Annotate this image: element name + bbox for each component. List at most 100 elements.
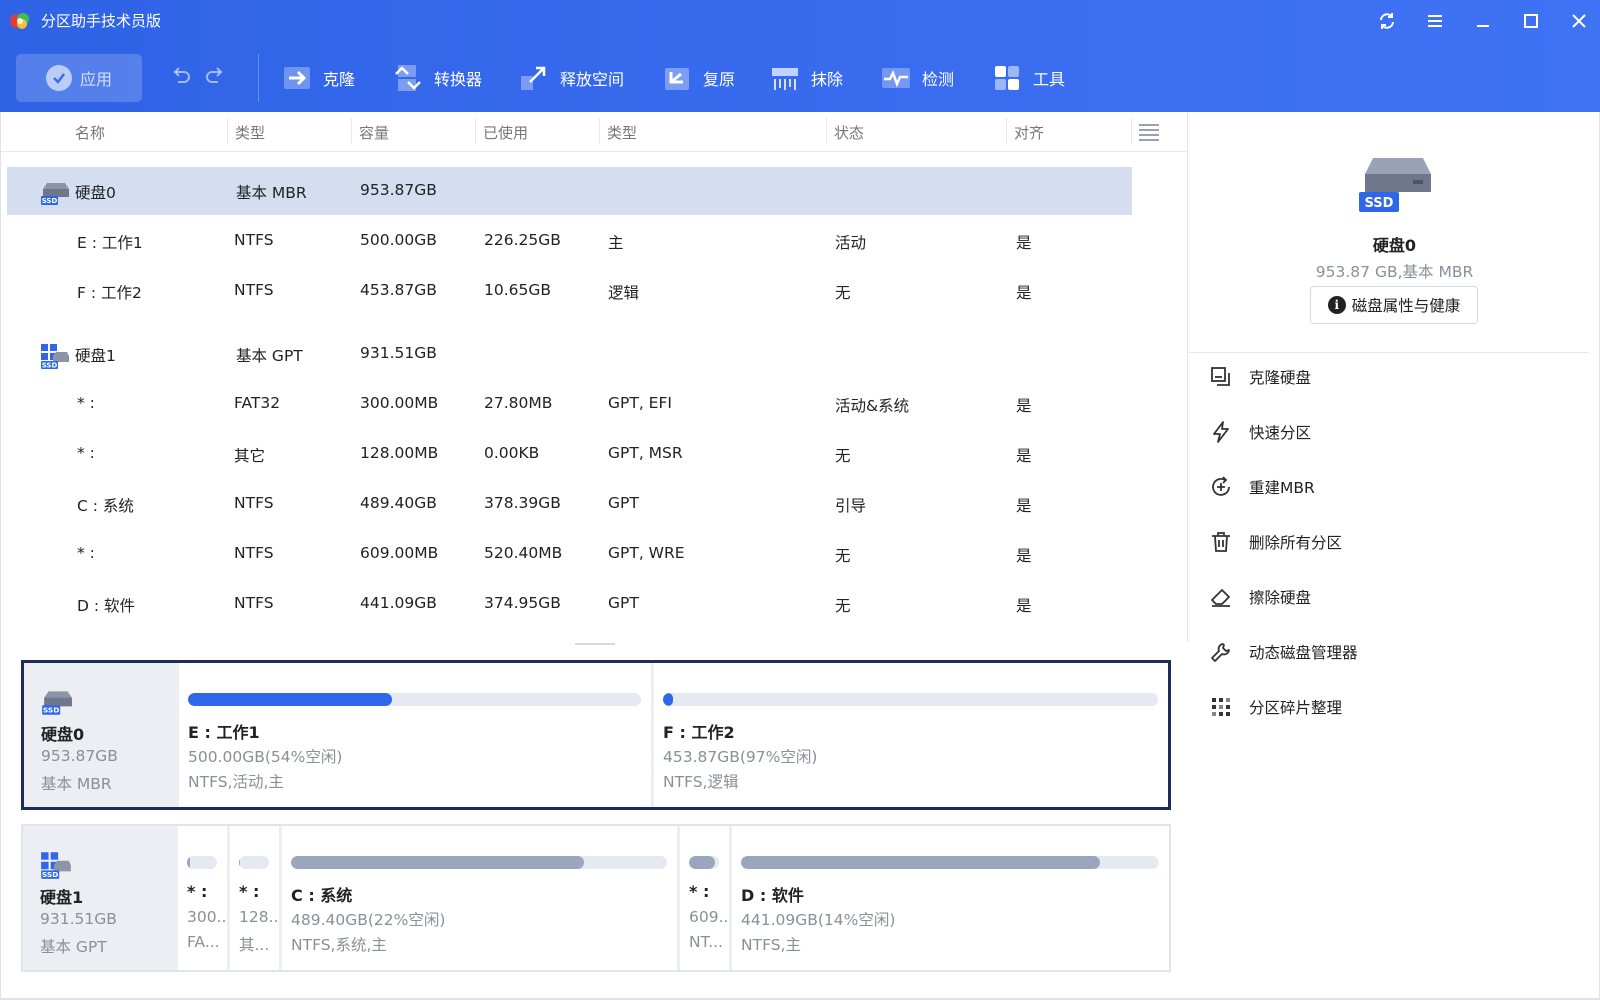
pane-splitter-handle[interactable] (575, 643, 615, 645)
convert-icon (395, 65, 421, 91)
wrench-icon (1211, 643, 1230, 662)
table-row[interactable]: D : 软件 NTFS 441.09GB 374.95GB GPT 无 是 (7, 580, 1132, 628)
restore-icon (665, 68, 689, 90)
restore-tool-button[interactable]: 复原 (661, 60, 735, 96)
usage-bar-fill (291, 856, 585, 869)
row-align: 是 (1016, 284, 1032, 302)
row-ptype: GPT, MSR (608, 444, 683, 462)
op-clone-disk[interactable]: 克隆硬盘 (1209, 362, 1311, 392)
row-name: E : 工作1 (77, 234, 143, 252)
row-type: NTFS (234, 544, 274, 562)
op-quick-partition[interactable]: 快速分区 (1209, 417, 1311, 447)
row-status: 无 (835, 284, 851, 302)
apply-button[interactable]: 应用 (16, 54, 142, 102)
col-header-status[interactable]: 状态 (834, 122, 864, 143)
op-defrag[interactable]: 分区碎片整理 (1209, 692, 1342, 722)
col-header-type[interactable]: 类型 (235, 122, 265, 143)
row-align: 是 (1016, 597, 1032, 615)
col-divider (1006, 118, 1007, 144)
op-rebuild-mbr[interactable]: 重建MBR (1209, 472, 1315, 502)
row-align: 是 (1016, 547, 1032, 565)
convert-tool-label: 转换器 (434, 70, 483, 89)
maximize-button[interactable] (1516, 7, 1546, 35)
partition-block[interactable]: F : 工作2 453.87GB(97%空闲) NTFS,逻辑 (651, 663, 1168, 807)
wipe-tool-button[interactable]: 抹除 (769, 60, 843, 96)
col-header-capacity[interactable]: 容量 (359, 122, 389, 143)
table-row[interactable]: * : FAT32 300.00MB 27.80MB GPT, EFI 活动&系… (7, 380, 1132, 428)
table-row[interactable]: F : 工作2 NTFS 453.87GB 10.65GB 逻辑 无 是 (7, 267, 1132, 315)
row-type: NTFS (234, 494, 274, 512)
disk-health-button[interactable]: i 磁盘属性与健康 (1310, 286, 1478, 324)
col-header-used[interactable]: 已使用 (483, 122, 528, 143)
free-space-tool-button[interactable]: 释放空间 (518, 60, 624, 96)
table-row-disk1[interactable]: SSD 硬盘1 基本 GPT 931.51GB (7, 330, 1132, 378)
table-row-disk0[interactable]: SSD 硬盘0 基本 MBR 953.87GB (7, 167, 1132, 215)
row-used: 0.00KB (484, 444, 540, 462)
partition-name: * : (187, 882, 208, 901)
usage-bar-fill (663, 693, 673, 706)
usage-bar-fill (689, 856, 715, 869)
svg-text:SSD: SSD (42, 197, 58, 205)
close-button[interactable] (1564, 7, 1594, 35)
disk-map-type: 基本 GPT (40, 938, 107, 956)
tools-tool-button[interactable]: 工具 (991, 60, 1065, 96)
convert-tool-button[interactable]: 转换器 (392, 60, 482, 96)
partition-size: 489.40GB(22%空闲) (291, 911, 446, 929)
maximize-icon (1524, 14, 1538, 28)
partition-size: 441.09GB(14%空闲) (741, 911, 896, 929)
clone-tool-button[interactable]: 克隆 (281, 60, 355, 96)
op-delete-all-partitions[interactable]: 删除所有分区 (1209, 527, 1342, 557)
usage-bar-fill (188, 693, 392, 706)
table-row[interactable]: E : 工作1 NTFS 500.00GB 226.25GB 主 活动 是 (7, 217, 1132, 265)
op-label: 删除所有分区 (1249, 534, 1343, 552)
row-capacity: 609.00MB (360, 544, 439, 562)
check-tool-button[interactable]: 检测 (880, 60, 954, 96)
clone-tool-label: 克隆 (323, 70, 356, 89)
row-used: 520.40MB (484, 544, 563, 562)
col-header-name[interactable]: 名称 (75, 122, 105, 143)
col-header-ptype[interactable]: 类型 (607, 122, 637, 143)
close-icon (1572, 14, 1586, 28)
disk-map-disk0[interactable]: SSD 硬盘0 953.87GB 基本 MBR E : 工作1 500.00GB… (21, 660, 1171, 810)
row-status: 无 (835, 597, 851, 615)
app-title: 分区助手技术员版 (41, 12, 162, 30)
op-dynamic-disk-manager[interactable]: 动态磁盘管理器 (1209, 637, 1358, 667)
column-settings-icon[interactable] (1138, 122, 1160, 142)
disk-health-label: 磁盘属性与健康 (1351, 297, 1461, 315)
partition-fs: 其... (239, 936, 270, 954)
svg-text:SSD: SSD (1365, 196, 1394, 211)
menu-button[interactable] (1420, 7, 1450, 35)
free-space-tool-label: 释放空间 (560, 70, 625, 89)
usage-bar-fill (239, 856, 240, 869)
partition-block[interactable]: * : 609... NT... (677, 826, 729, 970)
partition-block[interactable]: D : 软件 441.09GB(14%空闲) NTFS,主 (729, 826, 1169, 970)
table-row[interactable]: * : 其它 128.00MB 0.00KB GPT, MSR 无 是 (7, 430, 1132, 478)
partition-block[interactable]: C : 系统 489.40GB(22%空闲) NTFS,系统,主 (279, 826, 677, 970)
row-name: C : 系统 (77, 497, 134, 515)
op-wipe-disk[interactable]: 擦除硬盘 (1209, 582, 1311, 612)
col-header-align[interactable]: 对齐 (1014, 122, 1044, 143)
rebuild-mbr-icon (1212, 476, 1230, 496)
restore-tool-label: 复原 (703, 70, 736, 89)
row-status: 活动 (835, 234, 867, 252)
wipe-icon (772, 68, 798, 90)
row-ptype: 逻辑 (608, 284, 640, 302)
partition-block[interactable]: * : 128... 其... (227, 826, 279, 970)
partition-name: E : 工作1 (188, 723, 260, 742)
row-type: NTFS (234, 281, 274, 299)
clone-icon (284, 67, 310, 89)
partition-block[interactable]: E : 工作1 500.00GB(54%空闲) NTFS,活动,主 (176, 663, 651, 807)
undo-icon[interactable] (170, 64, 192, 86)
table-row[interactable]: C : 系统 NTFS 489.40GB 378.39GB GPT 引导 是 (7, 480, 1132, 528)
table-row[interactable]: * : NTFS 609.00MB 520.40MB GPT, WRE 无 是 (7, 530, 1132, 578)
disk-map-disk1[interactable]: SSD 硬盘1 931.51GB 基本 GPT * : 300... FA...… (21, 824, 1171, 972)
partition-name: * : (239, 882, 260, 901)
partition-name: D : 软件 (741, 886, 804, 905)
redo-icon[interactable] (204, 64, 226, 86)
minimize-button[interactable] (1468, 7, 1498, 35)
quick-partition-icon (1213, 421, 1229, 443)
usage-bar-fill (187, 856, 190, 869)
partition-block[interactable]: * : 300... FA... (175, 826, 227, 970)
eraser-icon (1211, 589, 1230, 607)
refresh-button[interactable] (1372, 7, 1402, 35)
